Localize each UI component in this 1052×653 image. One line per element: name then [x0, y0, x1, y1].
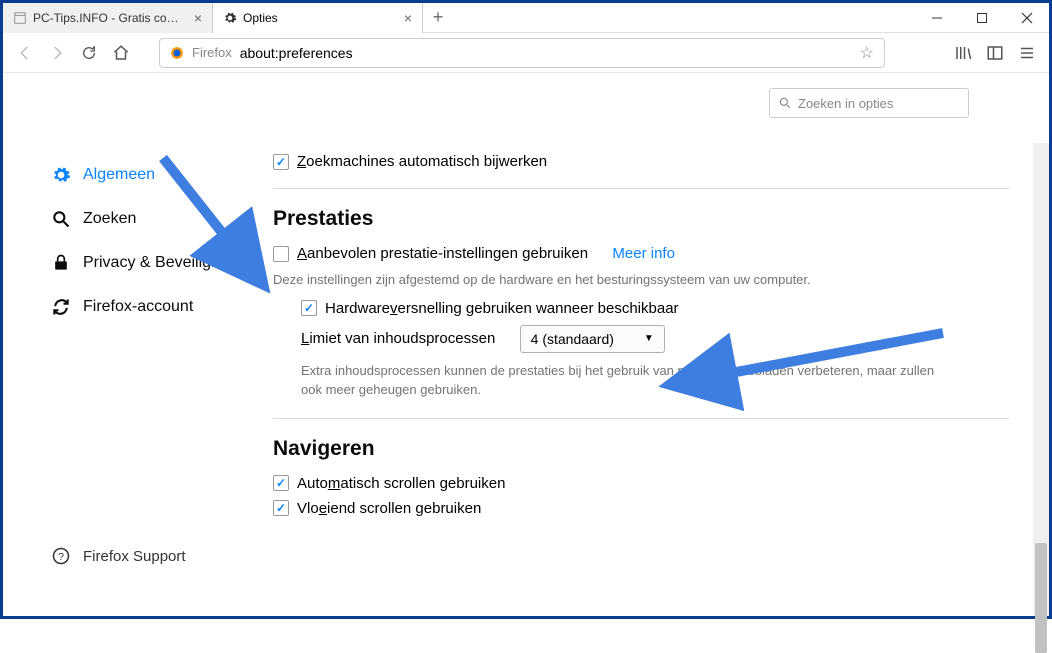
gear-icon: [51, 165, 71, 185]
search-icon: [51, 209, 71, 229]
sidebar-label: Privacy & Beveiliging: [83, 254, 232, 272]
divider: [273, 188, 1009, 189]
prefs-sidebar: Algemeen Zoeken Privacy & Beveiliging Fi…: [3, 73, 263, 616]
nav-title: Navigeren: [273, 437, 1009, 461]
sidebar-item-account[interactable]: Firefox-account: [51, 285, 263, 329]
use-recommended-row: Aanbevolen prestatie-instellingen gebrui…: [273, 245, 1009, 262]
reload-button[interactable]: [75, 39, 103, 67]
menu-button[interactable]: [1013, 39, 1041, 67]
gear-icon: [223, 11, 237, 25]
firefox-icon: [170, 46, 184, 60]
tab-label: PC-Tips.INFO - Gratis computer tips: [33, 11, 188, 25]
forward-button[interactable]: [43, 39, 71, 67]
perf-desc2: Extra inhoudsprocessen kunnen de prestat…: [301, 361, 941, 400]
search-options-input[interactable]: Zoeken in opties: [769, 88, 969, 118]
search-icon: [778, 96, 792, 110]
tab-active[interactable]: Opties ×: [213, 3, 423, 33]
more-info-link[interactable]: Meer info: [612, 245, 675, 262]
sidebar-item-privacy[interactable]: Privacy & Beveiliging: [51, 241, 263, 285]
hw-accel-checkbox[interactable]: [301, 300, 317, 316]
hw-accel-row: Hardwareversnelling gebruiken wanneer be…: [301, 300, 1009, 317]
tab-strip: PC-Tips.INFO - Gratis computer tips × Op…: [3, 3, 914, 32]
svg-text:?: ?: [58, 551, 64, 563]
navbar: Firefox ☆: [3, 33, 1049, 73]
checkbox-label: Zoekmachines automatisch bijwerken: [297, 153, 547, 170]
content-area: Algemeen Zoeken Privacy & Beveiliging Fi…: [3, 73, 1049, 616]
perf-desc: Deze instellingen zijn afgestemd op de h…: [273, 270, 913, 290]
scrollbar-thumb[interactable]: [1035, 543, 1047, 653]
auto-scroll-row: Automatisch scrollen gebruiken: [273, 475, 1009, 492]
use-recommended-checkbox[interactable]: [273, 246, 289, 262]
divider: [273, 418, 1009, 419]
scrollbar[interactable]: [1033, 143, 1049, 616]
sidebar-label: Algemeen: [83, 166, 155, 184]
url-input[interactable]: [240, 45, 852, 61]
updates-section: Zoekmachines automatisch bijwerken Prest…: [273, 153, 1009, 517]
content-process-select[interactable]: 4 (standaard) ▼: [520, 325, 665, 353]
url-bar[interactable]: Firefox ☆: [159, 38, 885, 68]
auto-update-search-row: Zoekmachines automatisch bijwerken: [273, 153, 1009, 170]
search-placeholder: Zoeken in opties: [798, 96, 893, 111]
identity-label: Firefox: [192, 45, 232, 60]
minimize-button[interactable]: [914, 3, 959, 32]
sync-icon: [51, 297, 71, 317]
checkbox-label: Vloeiend scrollen gebruiken: [297, 500, 481, 517]
page-icon: [13, 11, 27, 25]
sidebar-label: Firefox-account: [83, 298, 193, 316]
tab-label: Opties: [243, 11, 398, 25]
tab-inactive[interactable]: PC-Tips.INFO - Gratis computer tips ×: [3, 3, 213, 33]
content-process-row: Limiet van inhoudsprocessen 4 (standaard…: [301, 325, 1009, 353]
home-button[interactable]: [107, 39, 135, 67]
checkbox-label: Hardwareversnelling gebruiken wanneer be…: [325, 300, 679, 317]
auto-update-search-checkbox[interactable]: [273, 154, 289, 170]
smooth-scroll-row: Vloeiend scrollen gebruiken: [273, 500, 1009, 517]
support-label: Firefox Support: [83, 548, 186, 565]
limit-label: Limiet van inhoudsprocessen: [301, 330, 495, 347]
checkbox-label: Aanbevolen prestatie-instellingen gebrui…: [297, 245, 588, 262]
titlebar: PC-Tips.INFO - Gratis computer tips × Op…: [3, 3, 1049, 33]
lock-icon: [51, 253, 71, 273]
maximize-button[interactable]: [959, 3, 1004, 32]
close-icon[interactable]: ×: [404, 10, 412, 26]
window-controls: [914, 3, 1049, 32]
sidebar-label: Zoeken: [83, 210, 136, 228]
support-link[interactable]: ? Firefox Support: [51, 546, 186, 566]
smooth-scroll-checkbox[interactable]: [273, 500, 289, 516]
perf-title: Prestaties: [273, 207, 1009, 231]
select-value: 4 (standaard): [531, 331, 614, 347]
sidebar-toggle-button[interactable]: [981, 39, 1009, 67]
checkbox-label: Automatisch scrollen gebruiken: [297, 475, 505, 492]
sidebar-item-general[interactable]: Algemeen: [51, 153, 263, 197]
back-button[interactable]: [11, 39, 39, 67]
library-button[interactable]: [949, 39, 977, 67]
prefs-main: Zoeken in opties Zoekmachines automatisc…: [263, 73, 1049, 616]
chevron-down-icon: ▼: [644, 333, 654, 344]
close-window-button[interactable]: [1004, 3, 1049, 32]
close-icon[interactable]: ×: [194, 10, 202, 26]
question-icon: ?: [51, 546, 71, 566]
auto-scroll-checkbox[interactable]: [273, 475, 289, 491]
new-tab-button[interactable]: +: [423, 3, 453, 32]
bookmark-star-icon[interactable]: ☆: [860, 43, 874, 63]
sidebar-item-search[interactable]: Zoeken: [51, 197, 263, 241]
